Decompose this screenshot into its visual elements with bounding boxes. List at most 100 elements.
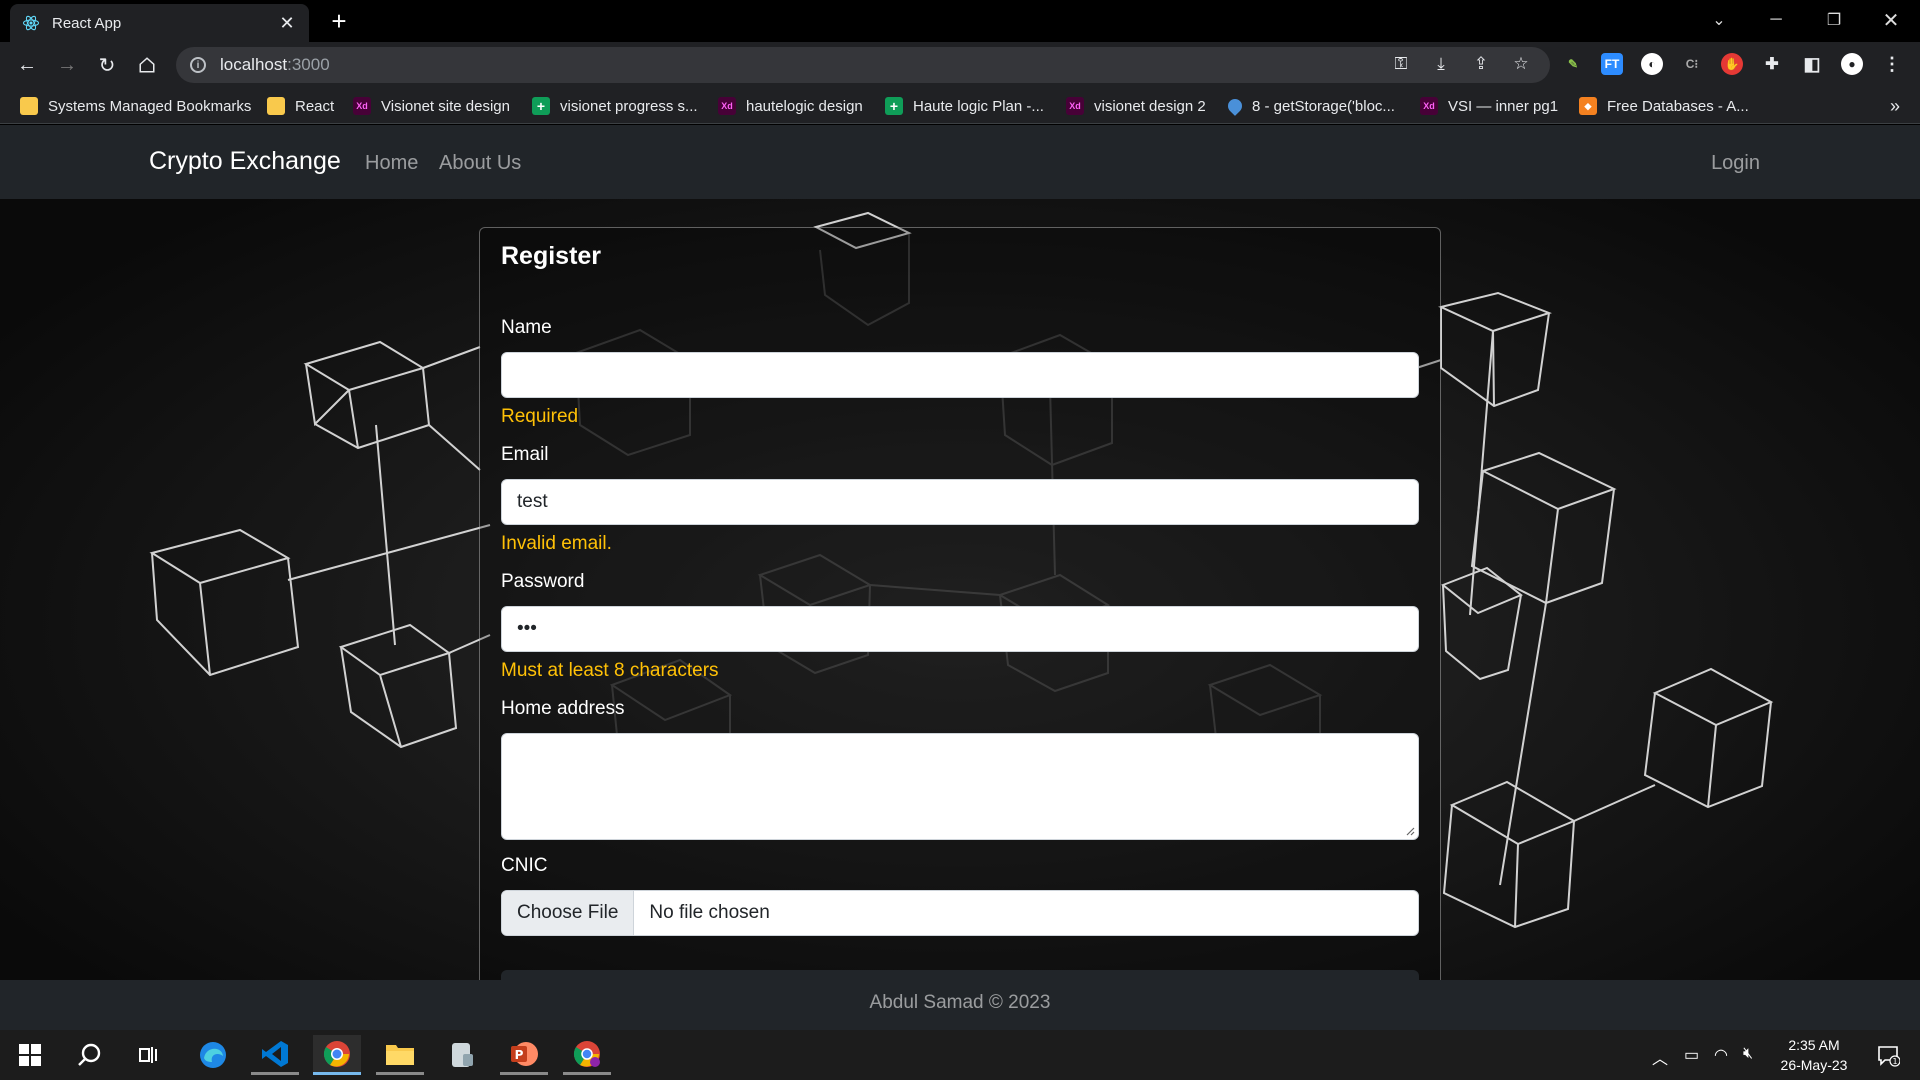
bookmark-label: Haute logic Plan -... [913, 97, 1044, 115]
profile-avatar-icon[interactable]: ● [1841, 53, 1863, 75]
cnic-file-input[interactable]: Choose File No file chosen [501, 890, 1419, 936]
side-panel-icon[interactable]: ◧ [1801, 53, 1823, 75]
login-link[interactable]: Login [1711, 152, 1760, 175]
key-icon[interactable]: ⚿ [1388, 51, 1414, 77]
site-navbar: Crypto Exchange Home About Us Login [0, 125, 1920, 199]
email-error: Invalid email. [501, 533, 612, 554]
svg-text:P: P [515, 1048, 524, 1062]
url-host: localhost [220, 55, 288, 74]
sheets-icon: + [532, 97, 550, 115]
extensions-puzzle-icon[interactable]: ✚ [1761, 53, 1783, 75]
address-textarea[interactable] [501, 733, 1419, 840]
extension-ft-icon[interactable]: FT [1601, 53, 1623, 75]
bookmark-item[interactable]: Systems Managed Bookmarks [20, 94, 251, 118]
bookmarks-overflow-icon[interactable]: » [1890, 96, 1900, 117]
name-input[interactable] [501, 352, 1419, 398]
bookmark-item[interactable]: React [267, 94, 334, 118]
vscode-icon[interactable] [251, 1035, 299, 1075]
new-tab-button[interactable]: + [324, 6, 354, 36]
xd-icon: Xd [1420, 97, 1438, 115]
bookmark-label: VSI — inner pg1 [1448, 97, 1559, 115]
file-explorer-icon[interactable] [376, 1035, 424, 1075]
extension-leaf-icon[interactable]: ✎ [1562, 53, 1584, 75]
extension-c-icon[interactable]: C⁝ [1681, 53, 1703, 75]
bookmark-item[interactable]: Xd visionet design 2 [1066, 94, 1206, 118]
choose-file-button[interactable]: Choose File [502, 891, 635, 935]
extension-globe-icon[interactable]: ◐ [1641, 53, 1663, 75]
react-icon [22, 14, 40, 32]
bookmark-item[interactable]: + Haute logic Plan -... [885, 94, 1044, 118]
bookmark-item[interactable]: 8 - getStorage('bloc... [1225, 94, 1395, 118]
battery-icon[interactable]: ▭ [1684, 1045, 1699, 1065]
chrome-icon[interactable] [313, 1035, 361, 1075]
address-label: Home address [501, 698, 625, 719]
browser-tab[interactable]: React App ✕ [10, 4, 309, 42]
edge-icon[interactable] [189, 1035, 237, 1075]
site-info-icon[interactable]: i [190, 57, 206, 73]
forward-icon[interactable]: → [53, 51, 81, 79]
password-input[interactable]: ••• [501, 606, 1419, 652]
address-bar[interactable]: i localhost:3000 [176, 47, 1550, 83]
form-title: Register [501, 242, 602, 270]
wifi-icon[interactable]: ◠ [1714, 1045, 1728, 1065]
bookmark-label: hautelogic design [746, 97, 863, 115]
share-icon[interactable]: ⇪ [1468, 51, 1494, 77]
install-icon[interactable]: ⤓ [1428, 51, 1454, 77]
tray-chevron-icon[interactable]: ︿ [1652, 1045, 1668, 1069]
system-clock[interactable]: 2:35 AM 26-May-23 [1768, 1035, 1860, 1075]
bookmark-label: Free Databases - A... [1607, 97, 1749, 115]
nav-home-link[interactable]: Home [365, 152, 418, 175]
minimize-button[interactable]: ─ [1747, 0, 1805, 40]
resize-handle-icon[interactable] [1405, 826, 1415, 836]
home-icon[interactable] [133, 51, 161, 79]
tab-close-icon[interactable]: ✕ [277, 13, 297, 34]
browser-toolbar: ← → ↻ i localhost:3000 ⚿ ⤓ ⇪ ☆ ✎ FT ◐ C⁝… [0, 42, 1920, 88]
page-viewport: Crypto Exchange Home About Us Login Regi… [0, 125, 1920, 1030]
xd-icon: Xd [353, 97, 371, 115]
xd-icon: Xd [1066, 97, 1084, 115]
back-icon[interactable]: ← [13, 51, 41, 79]
sheets-icon: + [885, 97, 903, 115]
email-input[interactable]: test [501, 479, 1419, 525]
cnic-label: CNIC [501, 855, 548, 876]
xd-icon: Xd [718, 97, 736, 115]
bookmarks-bar: Systems Managed Bookmarks React Xd Vision… [0, 88, 1920, 124]
register-card: Register Name Required Email test Invali… [479, 227, 1441, 1027]
bookmark-label: visionet design 2 [1094, 97, 1206, 115]
bookmark-item[interactable]: Xd Visionet site design [353, 94, 510, 118]
bookmark-label: 8 - getStorage('bloc... [1252, 97, 1395, 115]
search-icon[interactable] [66, 1035, 114, 1075]
cube-icon: ◆ [1579, 97, 1597, 115]
bookmark-label: Visionet site design [381, 97, 510, 115]
menu-kebab-icon[interactable]: ⋮ [1881, 53, 1903, 75]
windows-start-icon[interactable] [6, 1035, 54, 1075]
brand-link[interactable]: Crypto Exchange [149, 147, 341, 176]
tab-strip: React App ✕ + ⌄ ─ ❐ ✕ [0, 0, 1920, 42]
folder-icon [20, 97, 38, 115]
notification-count: 1 [1892, 1057, 1897, 1066]
reload-icon[interactable]: ↻ [93, 51, 121, 79]
bookmark-item[interactable]: + visionet progress s... [532, 94, 698, 118]
bookmark-star-icon[interactable]: ☆ [1508, 51, 1534, 77]
bookmark-label: visionet progress s... [560, 97, 698, 115]
clock-date: 26-May-23 [1780, 1057, 1848, 1073]
close-window-button[interactable]: ✕ [1862, 0, 1920, 40]
bookmark-item[interactable]: ◆ Free Databases - A... [1579, 94, 1749, 118]
tab-search-icon[interactable]: ⌄ [1690, 0, 1748, 40]
app-drive-icon[interactable] [438, 1035, 486, 1075]
windows-taskbar: P ︿ ▭ ◠ 🔇︎ 2:35 AM 26-May-23 1 [0, 1030, 1920, 1080]
chrome-profile-icon[interactable] [563, 1035, 611, 1075]
powerpoint-icon[interactable]: P [500, 1035, 548, 1075]
bookmark-item[interactable]: Xd VSI — inner pg1 [1420, 94, 1558, 118]
password-error: Must at least 8 characters [501, 660, 719, 681]
nav-about-link[interactable]: About Us [439, 152, 521, 175]
restore-button[interactable]: ❐ [1805, 0, 1863, 40]
extension-red-icon[interactable]: ✋ [1721, 53, 1743, 75]
bookmark-label: Systems Managed Bookmarks [48, 97, 252, 115]
drop-icon [1225, 96, 1245, 116]
volume-muted-icon[interactable]: 🔇︎ [1743, 1045, 1753, 1063]
notification-center-icon[interactable]: 1 [1868, 1035, 1908, 1075]
clock-time: 2:35 AM [1788, 1037, 1840, 1053]
bookmark-item[interactable]: Xd hautelogic design [718, 94, 863, 118]
task-view-icon[interactable] [126, 1035, 174, 1075]
